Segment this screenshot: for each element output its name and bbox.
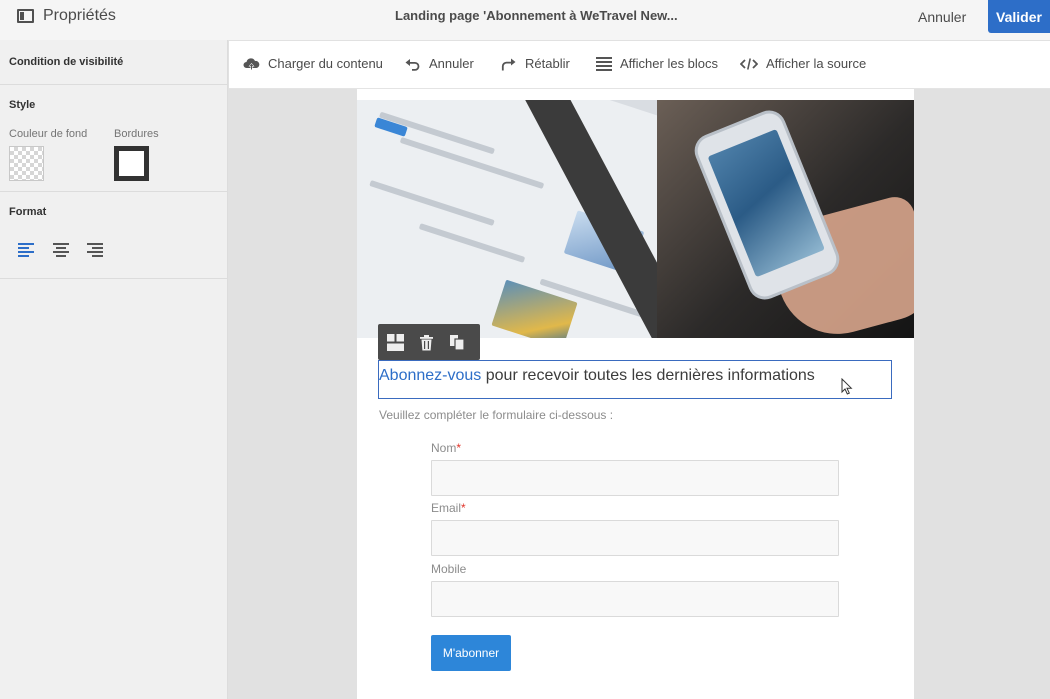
show-blocks-label: Afficher les blocs [620,56,719,71]
undo-icon [405,58,420,71]
background-color-swatch[interactable] [9,146,44,181]
properties-title-text: Propriétés [43,7,116,24]
hero-image[interactable] [357,100,914,338]
align-left-icon[interactable] [18,243,34,257]
background-color-label: Couleur de fond [9,128,88,140]
page-canvas: Abonnez-vous pour recevoir toutes les de… [357,89,914,699]
cancel-button[interactable]: Annuler [918,9,966,25]
divider [0,191,228,192]
redo-icon [501,58,516,70]
delete-trash-icon[interactable] [418,334,435,351]
visibility-condition-heading[interactable]: Condition de visibilité [9,56,123,68]
headline[interactable]: Abonnez-vous pour recevoir toutes les de… [379,367,815,385]
duplicate-icon[interactable] [449,334,466,351]
panel-toggle-icon[interactable] [17,9,34,23]
show-blocks-button[interactable]: Afficher les blocs [596,56,718,71]
top-bar: Propriétés Landing page 'Abonnement à We… [0,0,1050,40]
block-toolbar [378,324,480,360]
editor-toolbar: Charger du contenu Annuler Rétablir Affi… [229,41,1050,89]
headline-accent: Abonnez-vous [379,367,482,384]
validate-button[interactable]: Valider [988,0,1050,33]
style-heading: Style [9,99,36,111]
undo-button[interactable]: Annuler [404,56,474,71]
show-source-button[interactable]: Afficher la source [740,56,866,71]
properties-panel: Condition de visibilité Style Couleur de… [0,40,228,699]
email-field[interactable] [431,520,839,556]
name-field[interactable] [431,460,839,496]
cloud-upload-icon [243,57,260,70]
align-right-icon[interactable] [87,243,103,257]
undo-label: Annuler [429,56,474,71]
show-source-label: Afficher la source [766,56,867,71]
borders-swatch[interactable] [114,146,149,181]
mouse-cursor-icon [841,378,853,395]
layout-structure-icon[interactable] [387,333,404,351]
document-title: Landing page 'Abonnement à WeTravel New.… [395,8,678,23]
mobile-field[interactable] [431,581,839,617]
blocks-list-icon [596,56,612,71]
upload-content-button[interactable]: Charger du contenu [243,56,383,71]
headline-rest: pour recevoir toutes les dernières infor… [481,367,815,384]
divider [0,84,228,85]
redo-label: Rétablir [525,56,570,71]
redo-button[interactable]: Rétablir [500,56,570,71]
upload-content-label: Charger du contenu [268,56,383,71]
divider [0,278,228,279]
properties-panel-title: Propriétés [17,7,116,25]
code-icon [740,57,758,70]
format-heading: Format [9,206,47,218]
email-field-label: Email* [431,501,466,515]
subscribe-button[interactable]: M'abonner [431,635,511,671]
align-center-icon[interactable] [53,243,69,257]
form-instructions: Veuillez compléter le formulaire ci-dess… [379,408,614,422]
mobile-field-label: Mobile [431,562,467,576]
borders-label: Bordures [114,128,159,140]
name-field-label: Nom* [431,441,462,455]
